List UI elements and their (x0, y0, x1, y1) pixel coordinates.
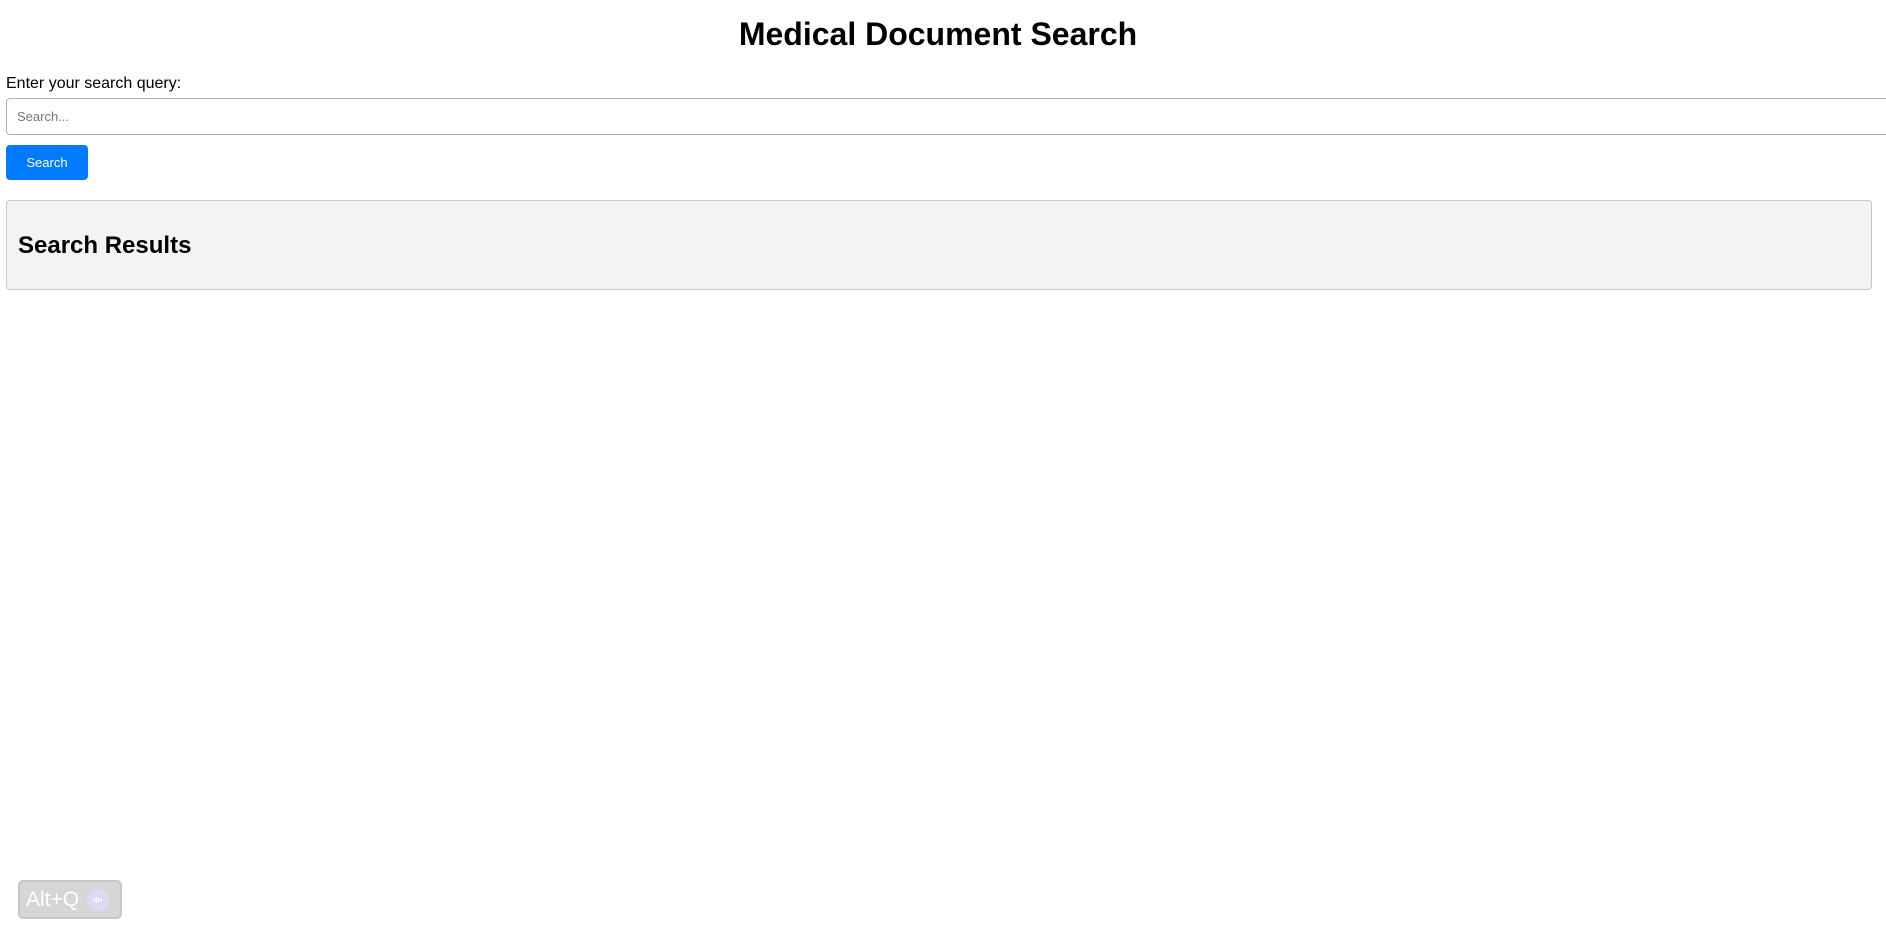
search-input[interactable] (6, 98, 1886, 135)
shortcut-label: Alt+Q (26, 887, 80, 911)
search-results-panel: Search Results (6, 200, 1872, 290)
page-title: Medical Document Search (738, 16, 1138, 52)
search-button[interactable]: Search (6, 145, 88, 180)
search-results-heading: Search Results (18, 232, 192, 259)
page: Medical Document Search Enter your searc… (0, 0, 1886, 926)
audio-wave-icon (87, 888, 110, 911)
search-query-label: Enter your search query: (6, 75, 182, 92)
shortcut-widget[interactable]: Alt+Q (18, 880, 122, 919)
